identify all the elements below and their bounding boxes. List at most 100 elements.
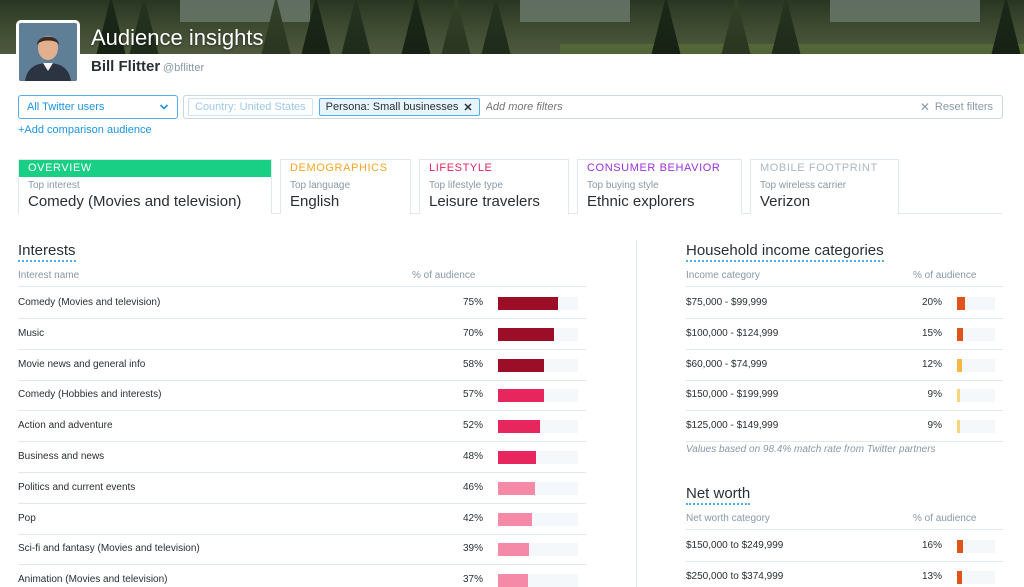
user-handle: @bflitter xyxy=(163,62,205,74)
networth-col-name: Net worth category xyxy=(686,513,770,524)
income-row-label: $60,000 - $74,999 xyxy=(686,358,768,370)
networth-row-bar-track xyxy=(957,570,995,584)
interest-row-bar-fill xyxy=(498,574,528,587)
interests-title-text: Interests xyxy=(18,242,76,262)
chevron-down-icon xyxy=(159,104,169,110)
income-row-bar-fill xyxy=(957,327,963,341)
income-col-pct: % of audience xyxy=(913,270,977,281)
networth-row-percent: 16% xyxy=(921,540,942,551)
interest-row-percent: 58% xyxy=(462,358,483,370)
income-row-bar-fill xyxy=(957,297,965,310)
tab-value: Comedy (Movies and television) xyxy=(28,193,242,210)
insight-tabs: OVERVIEW Top interest Comedy (Movies and… xyxy=(18,159,1002,214)
tab-label: OVERVIEW xyxy=(19,160,271,177)
interest-row-bar-fill xyxy=(498,389,544,403)
tab-label: DEMOGRAPHICS xyxy=(290,162,388,174)
income-row-bar-track xyxy=(957,358,995,372)
filter-chip-label: Persona: Small businesses xyxy=(325,101,459,113)
audience-select[interactable]: All Twitter users xyxy=(18,95,178,119)
tab-label: LIFESTYLE xyxy=(429,162,493,174)
networth-row-label: $250,000 to $374,999 xyxy=(686,570,784,582)
interest-row-bar-track xyxy=(498,512,578,526)
tab-subtitle: Top lifestyle type xyxy=(429,180,503,191)
income-row: $60,000 - $74,999 12% xyxy=(686,350,1003,381)
interest-row-percent: 57% xyxy=(462,389,483,401)
interest-row-label: Comedy (Hobbies and interests) xyxy=(18,389,162,401)
interest-row-percent: 75% xyxy=(462,297,483,308)
interest-row-label: Animation (Movies and television) xyxy=(18,574,168,586)
interest-row: Action and adventure 52% xyxy=(18,411,586,443)
interest-row-bar-track xyxy=(498,451,578,464)
add-comparison-audience-link[interactable]: +Add comparison audience xyxy=(18,124,152,136)
interest-row-percent: 70% xyxy=(462,327,483,339)
interests-title[interactable]: Interests xyxy=(18,242,76,262)
tab-value: English xyxy=(290,193,340,210)
income-row-bar-track xyxy=(957,420,995,434)
reset-filters-label: Reset filters xyxy=(934,101,993,113)
interest-row-percent: 42% xyxy=(462,512,483,524)
interest-row-bar-track xyxy=(498,574,578,587)
household-income-title[interactable]: Household income categories xyxy=(686,242,884,262)
networth-row: $250,000 to $374,999 13% xyxy=(686,562,1003,587)
interests-header-divider xyxy=(18,286,586,287)
tab-overview[interactable]: OVERVIEW Top interest Comedy (Movies and… xyxy=(18,159,272,214)
networth-row-label: $150,000 to $249,999 xyxy=(686,540,784,551)
interest-row: Animation (Movies and television) 37% xyxy=(18,565,586,587)
tab-label: CONSUMER BEHAVIOR xyxy=(587,162,721,174)
profile-photo-icon xyxy=(19,23,77,81)
interest-row-label: Comedy (Movies and television) xyxy=(18,297,161,308)
networth-row-bar-track xyxy=(957,540,995,553)
income-row-percent: 15% xyxy=(921,327,942,339)
filter-chip-country[interactable]: Country: United States xyxy=(188,98,313,116)
interest-row-bar-fill xyxy=(498,543,529,557)
interest-row-bar-track xyxy=(498,481,578,495)
income-row: $150,000 - $199,999 9% xyxy=(686,380,1003,412)
add-filters-input[interactable] xyxy=(485,101,786,113)
interest-row-bar-fill xyxy=(498,327,554,341)
tab-subtitle: Top interest xyxy=(28,180,80,191)
household-income-title-text: Household income categories xyxy=(686,242,884,262)
interests-col-pct: % of audience xyxy=(412,270,476,281)
networth-header-divider xyxy=(686,529,1003,530)
interest-row-percent: 52% xyxy=(462,420,483,432)
column-divider xyxy=(636,240,637,587)
income-row-label: $100,000 - $124,999 xyxy=(686,327,779,339)
avatar xyxy=(16,20,80,84)
interest-row-percent: 48% xyxy=(462,451,483,462)
interest-row: Comedy (Movies and television) 75% xyxy=(18,288,586,319)
networth-row-bar-fill xyxy=(957,540,963,553)
interest-row-bar-track xyxy=(498,543,578,557)
reset-filters-button[interactable]: ✕ Reset filters xyxy=(920,100,993,114)
tab-lifestyle[interactable]: LIFESTYLE Top lifestyle type Leisure tra… xyxy=(419,159,569,214)
interest-row-bar-fill xyxy=(498,481,535,495)
income-row-percent: 20% xyxy=(921,297,942,308)
tab-label: MOBILE FOOTPRINT xyxy=(760,162,878,174)
income-row-percent: 9% xyxy=(927,389,942,401)
filter-chip-persona[interactable]: Persona: Small businesses ✕ xyxy=(318,98,480,116)
interest-row-bar-track xyxy=(498,358,578,372)
income-row: $75,000 - $99,999 20% xyxy=(686,288,1003,319)
tab-consumer-behavior[interactable]: CONSUMER BEHAVIOR Top buying style Ethni… xyxy=(577,159,742,214)
income-row-bar-track xyxy=(957,327,995,341)
interest-row-label: Politics and current events xyxy=(18,481,136,493)
income-row-bar-fill xyxy=(957,358,962,372)
user-name: Bill Flitter xyxy=(91,58,161,75)
income-row-bar-fill xyxy=(957,389,960,403)
income-header-divider xyxy=(686,286,1003,287)
remove-filter-icon[interactable]: ✕ xyxy=(463,101,472,114)
net-worth-title[interactable]: Net worth xyxy=(686,485,751,505)
tab-mobile-footprint[interactable]: MOBILE FOOTPRINT Top wireless carrier Ve… xyxy=(750,159,899,214)
tab-value: Verizon xyxy=(760,193,811,210)
tab-subtitle: Top wireless carrier xyxy=(760,180,847,191)
interest-row-label: Sci-fi and fantasy (Movies and televisio… xyxy=(18,543,200,555)
interest-row: Sci-fi and fantasy (Movies and televisio… xyxy=(18,534,586,566)
networth-col-pct: % of audience xyxy=(913,513,977,524)
income-row-bar-track xyxy=(957,297,995,310)
interest-row-percent: 37% xyxy=(462,574,483,586)
income-row-label: $125,000 - $149,999 xyxy=(686,420,779,432)
interest-row: Pop 42% xyxy=(18,504,586,535)
tab-demographics[interactable]: DEMOGRAPHICS Top language English xyxy=(280,159,411,214)
interests-col-name: Interest name xyxy=(18,270,80,281)
interest-row-bar-fill xyxy=(498,297,558,310)
interest-row: Politics and current events 46% xyxy=(18,473,586,504)
